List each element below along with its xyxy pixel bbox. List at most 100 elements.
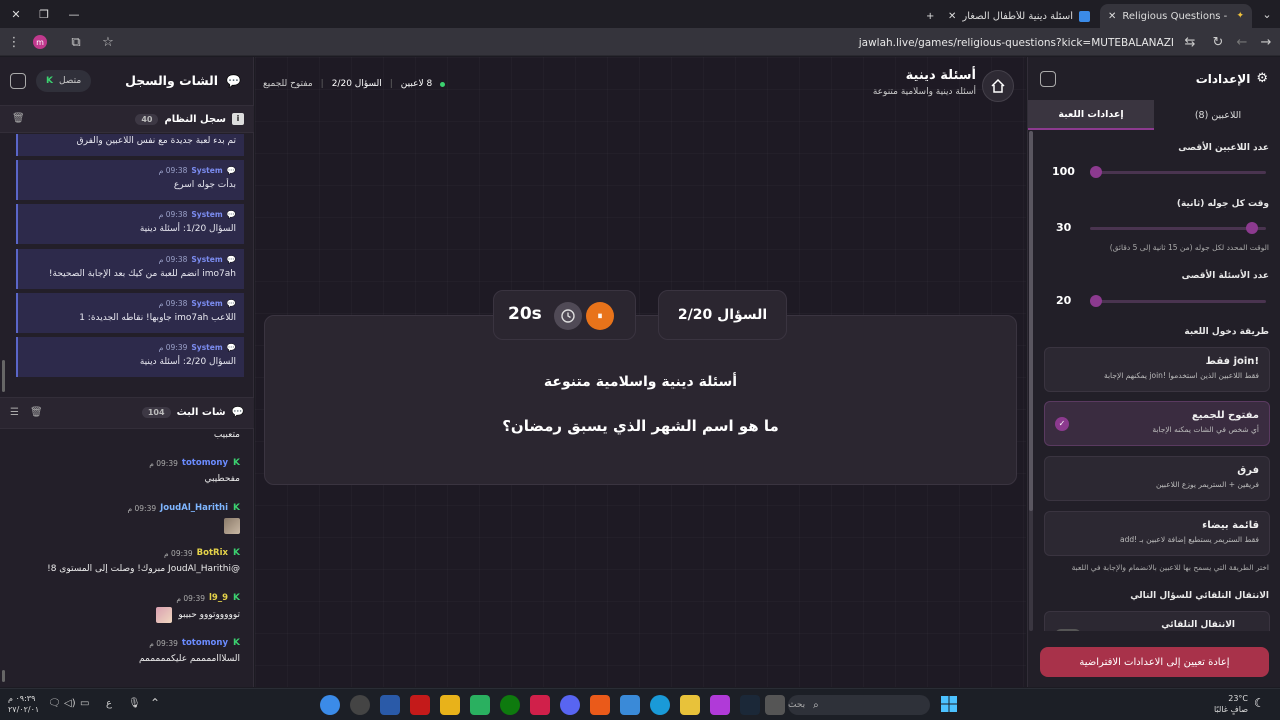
max-players-label: عدد اللاعبين الأقصى <box>1178 143 1269 153</box>
game-title: أسئلة دينية <box>905 68 976 83</box>
stream-chat-title: شات البث <box>176 407 226 418</box>
pause-button[interactable]: ⏸ <box>586 302 614 330</box>
max-questions-value: 20 <box>1056 294 1072 307</box>
new-tab-button[interactable]: + <box>918 4 938 28</box>
system-message: 💬 System 09:39 م السؤال 2/20: أسئلة دينية <box>16 337 244 377</box>
tab-active[interactable]: ✕ Religious Questions - أسئلة دينية ✦ <box>1100 4 1252 28</box>
auto-next-option[interactable]: الانتقال التلقائي <box>1044 611 1270 631</box>
site-settings-icon[interactable]: ⇆ <box>1176 28 1204 56</box>
online-dot-icon <box>440 81 446 87</box>
chevron-up-icon[interactable]: ⌃ <box>150 696 160 710</box>
tab-2[interactable]: ✕ أسئلة دينية للأطفال الصغار 7 س... <box>940 4 1098 28</box>
discord-app-icon[interactable] <box>560 695 580 715</box>
chat-message: K BotRix 09:39 م @JoudAl_Harithi مبروك! وص… <box>47 548 240 574</box>
microphone-icon[interactable]: 🎙 <box>128 698 141 709</box>
weather-widget[interactable]: 23°C صافٍ غالبًا <box>1214 693 1248 715</box>
trash-icon[interactable]: 🗑 <box>30 407 43 418</box>
max-players-slider[interactable] <box>1090 166 1266 178</box>
tab-search-icon[interactable]: ⌄ <box>1256 0 1278 28</box>
max-questions-slider[interactable] <box>1090 295 1266 307</box>
taskbar: ٠٩:٣٩ م ٢٧/٠٢/٠١ 🗨 ◁) ▭ ع 🎙 ⌃ ⌕ بحث 23°C… <box>0 688 1280 720</box>
brave-app-icon[interactable] <box>590 695 610 715</box>
clock[interactable]: ٠٩:٣٩ م ٢٧/٠٢/٠١ <box>8 693 39 715</box>
bookmark-star-icon[interactable]: ☆ <box>94 28 122 56</box>
chat-panel: 💬 الشات والسجل K متصل i سجل النظام 40 🗑 … <box>0 57 254 687</box>
join-option-join-only[interactable]: !join فقط فقط اللاعبين الذين استخدموا !j… <box>1044 347 1270 392</box>
question-category: أسئلة دينية واسلامية متنوعة <box>543 374 738 390</box>
chat-bubble-icon: 💬 <box>231 407 244 418</box>
filter-icon[interactable]: ☰ <box>10 407 19 418</box>
obs-app-icon[interactable] <box>350 695 370 715</box>
notification-icon[interactable]: 🗨 <box>48 698 61 709</box>
volume-icon[interactable]: ◁) <box>64 698 76 709</box>
windows-start-icon[interactable] <box>940 695 958 713</box>
system-message: 💬 System 09:38 م imo7ah انضم للعبة من كيك … <box>16 249 244 289</box>
netflix-app-icon[interactable] <box>410 695 430 715</box>
steam-app-icon[interactable] <box>740 695 760 715</box>
address-bar[interactable]: jawlah.live/games/religious-questions?ki… <box>260 33 1180 53</box>
scrollbar[interactable] <box>2 670 5 682</box>
question-counter: السؤال 2/20 <box>658 290 787 340</box>
profile-avatar[interactable]: m <box>26 28 54 56</box>
tab-players[interactable]: اللاعبين (8) <box>1155 100 1280 130</box>
settings-scroll: عدد اللاعبين الأقصى 100 وقت كل جوله (ثان… <box>1028 131 1280 631</box>
home-icon <box>991 78 1005 93</box>
emote-image <box>156 607 173 623</box>
max-players-value: 100 <box>1052 165 1075 178</box>
app-icon[interactable] <box>765 695 785 715</box>
app-icon[interactable] <box>380 695 400 715</box>
reset-defaults-button[interactable]: إعادة تعيين إلى الاعدادات الافتراضية <box>1040 647 1269 677</box>
gear-icon: ⚙ <box>1256 71 1268 86</box>
store-app-icon[interactable] <box>620 695 640 715</box>
join-option-whitelist[interactable]: قائمة بيضاء فقط الستريمر يستطيع إضافة لا… <box>1044 511 1270 556</box>
chrome-app-icon[interactable] <box>320 695 340 715</box>
scrollbar-thumb[interactable] <box>1029 131 1033 511</box>
system-log-header[interactable]: i سجل النظام 40 🗑 <box>0 105 254 133</box>
app-icon[interactable] <box>440 695 460 715</box>
chat-message: Ktotomony 09:39 م السلاااممممم عليكمممممم <box>139 638 240 664</box>
clock-icon <box>554 302 582 330</box>
collapse-panel-icon[interactable] <box>10 73 26 89</box>
edge-app-icon[interactable] <box>650 695 670 715</box>
menu-icon[interactable]: ⋮ <box>0 28 28 56</box>
settings-panel: ⚙ الإعدادات اللاعبين (8) إعدادات اللعبة … <box>1027 57 1280 687</box>
close-window-icon[interactable]: ✕ <box>2 0 30 28</box>
app-icon[interactable] <box>710 695 730 715</box>
collapse-panel-icon[interactable] <box>1040 71 1056 87</box>
join-method-hint: اختر الطريقة التي يسمح بها للاعبين بالان… <box>1071 563 1269 572</box>
tab-close-icon[interactable]: ✕ <box>1108 11 1116 22</box>
tab-game-settings[interactable]: إعدادات اللعبة <box>1028 100 1154 130</box>
app-icon[interactable] <box>530 695 550 715</box>
chat-bubble-icon: 💬 <box>226 73 241 88</box>
back-icon[interactable]: → <box>1252 28 1280 56</box>
restore-window-icon[interactable]: ❐ <box>30 0 58 28</box>
slider-handle[interactable] <box>1245 222 1258 234</box>
scrollbar[interactable] <box>2 360 5 392</box>
slider-handle[interactable] <box>1090 295 1102 307</box>
kick-logo-icon: K <box>233 458 240 468</box>
auto-next-toggle[interactable] <box>1055 629 1081 631</box>
search-icon: ⌕ <box>813 699 819 711</box>
trash-icon[interactable]: 🗑 <box>12 113 25 124</box>
tab-close-icon[interactable]: ✕ <box>948 11 956 22</box>
xbox-app-icon[interactable] <box>500 695 520 715</box>
tab-title: Religious Questions - أسئلة دينية <box>1122 10 1230 22</box>
stream-chat-header[interactable]: 💬 شات البث 104 🗑 ☰ <box>0 397 254 429</box>
extensions-icon[interactable]: ⧉ <box>62 28 90 56</box>
round-time-slider[interactable] <box>1090 222 1266 234</box>
slider-handle[interactable] <box>1090 166 1102 178</box>
join-option-open[interactable]: مفتوح للجميع أي شخص في الشات يمكنه الإجا… <box>1044 401 1270 446</box>
home-button[interactable] <box>982 70 1014 102</box>
chat-message: Kl9_9 09:39 م توووووتووو حبيبو <box>10 593 240 623</box>
join-option-teams[interactable]: فرق فريقين + الستريمر يوزع اللاعبين <box>1044 456 1270 501</box>
file-explorer-icon[interactable] <box>680 695 700 715</box>
timer-value: 20s <box>508 304 542 324</box>
network-icon[interactable]: ▭ <box>80 698 89 709</box>
language-indicator[interactable]: ع <box>106 698 112 709</box>
play-app-icon[interactable] <box>470 695 490 715</box>
system-message: 💬 System 09:38 م اللاعب imo7ah جاوبها! نقا… <box>16 293 244 333</box>
minimize-window-icon[interactable]: — <box>60 0 88 28</box>
count-badge: 40 <box>135 113 159 125</box>
game-status-bar: 8 لاعبين | السؤال 2/20 | مفتوح للجميع <box>263 79 446 89</box>
taskbar-search[interactable]: ⌕ بحث <box>788 695 930 715</box>
